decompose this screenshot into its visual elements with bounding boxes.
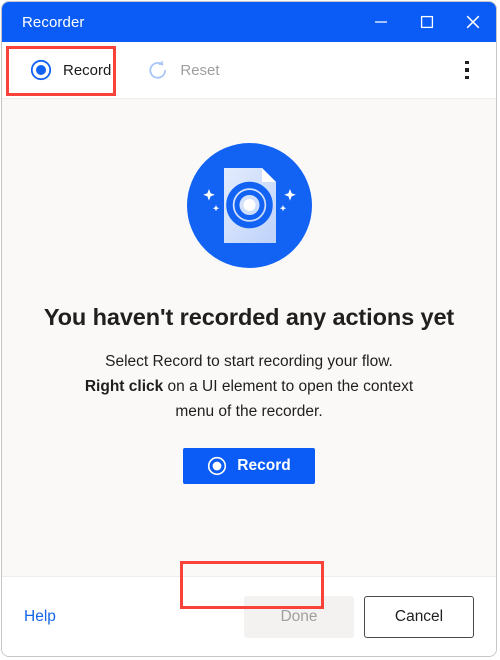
record-icon	[207, 456, 227, 476]
toolbar-reset-label: Reset	[180, 61, 220, 79]
toolbar-record-label: Record	[63, 61, 112, 79]
maximize-icon	[420, 15, 434, 29]
help-link[interactable]: Help	[24, 608, 56, 626]
description-bold-emphasis: Right click	[84, 378, 164, 395]
maximize-button[interactable]	[404, 2, 450, 42]
kebab-dot	[465, 60, 469, 65]
description-line-1: Select Record to start recording your fl…	[105, 353, 393, 370]
empty-state-content: You haven't recorded any actions yet Sel…	[2, 99, 496, 609]
empty-state-description: Select Record to start recording your fl…	[64, 349, 434, 424]
primary-record-button[interactable]: Record	[183, 448, 315, 484]
empty-state-recorder-illustration	[186, 143, 312, 268]
primary-record-label: Record	[237, 457, 291, 474]
recorder-document-icon	[202, 168, 296, 243]
toolbar: Record Reset	[2, 42, 496, 99]
kebab-dot	[465, 75, 469, 80]
recorder-window: Recorder Record Reset You haven't record…	[1, 1, 497, 657]
description-line-3: menu of the recorder.	[175, 403, 323, 420]
window-controls	[358, 2, 496, 42]
kebab-dot	[465, 68, 469, 72]
minimize-button[interactable]	[358, 2, 404, 42]
window-title: Recorder	[22, 13, 85, 31]
dialog-footer: Help Done Cancel	[2, 576, 496, 656]
close-icon	[466, 15, 480, 29]
toolbar-record-button[interactable]: Record	[16, 50, 125, 90]
record-icon	[30, 59, 52, 81]
done-button[interactable]: Done	[244, 595, 354, 638]
toolbar-reset-button[interactable]: Reset	[133, 50, 233, 90]
reset-icon	[147, 59, 169, 81]
title-bar: Recorder	[2, 2, 496, 42]
kebab-menu-icon[interactable]	[452, 52, 482, 88]
description-line-2: on a UI element to open the context	[163, 378, 414, 395]
close-button[interactable]	[450, 2, 496, 42]
minimize-icon	[375, 21, 387, 23]
page-title: You haven't recorded any actions yet	[43, 304, 455, 330]
cancel-button[interactable]: Cancel	[364, 595, 474, 638]
